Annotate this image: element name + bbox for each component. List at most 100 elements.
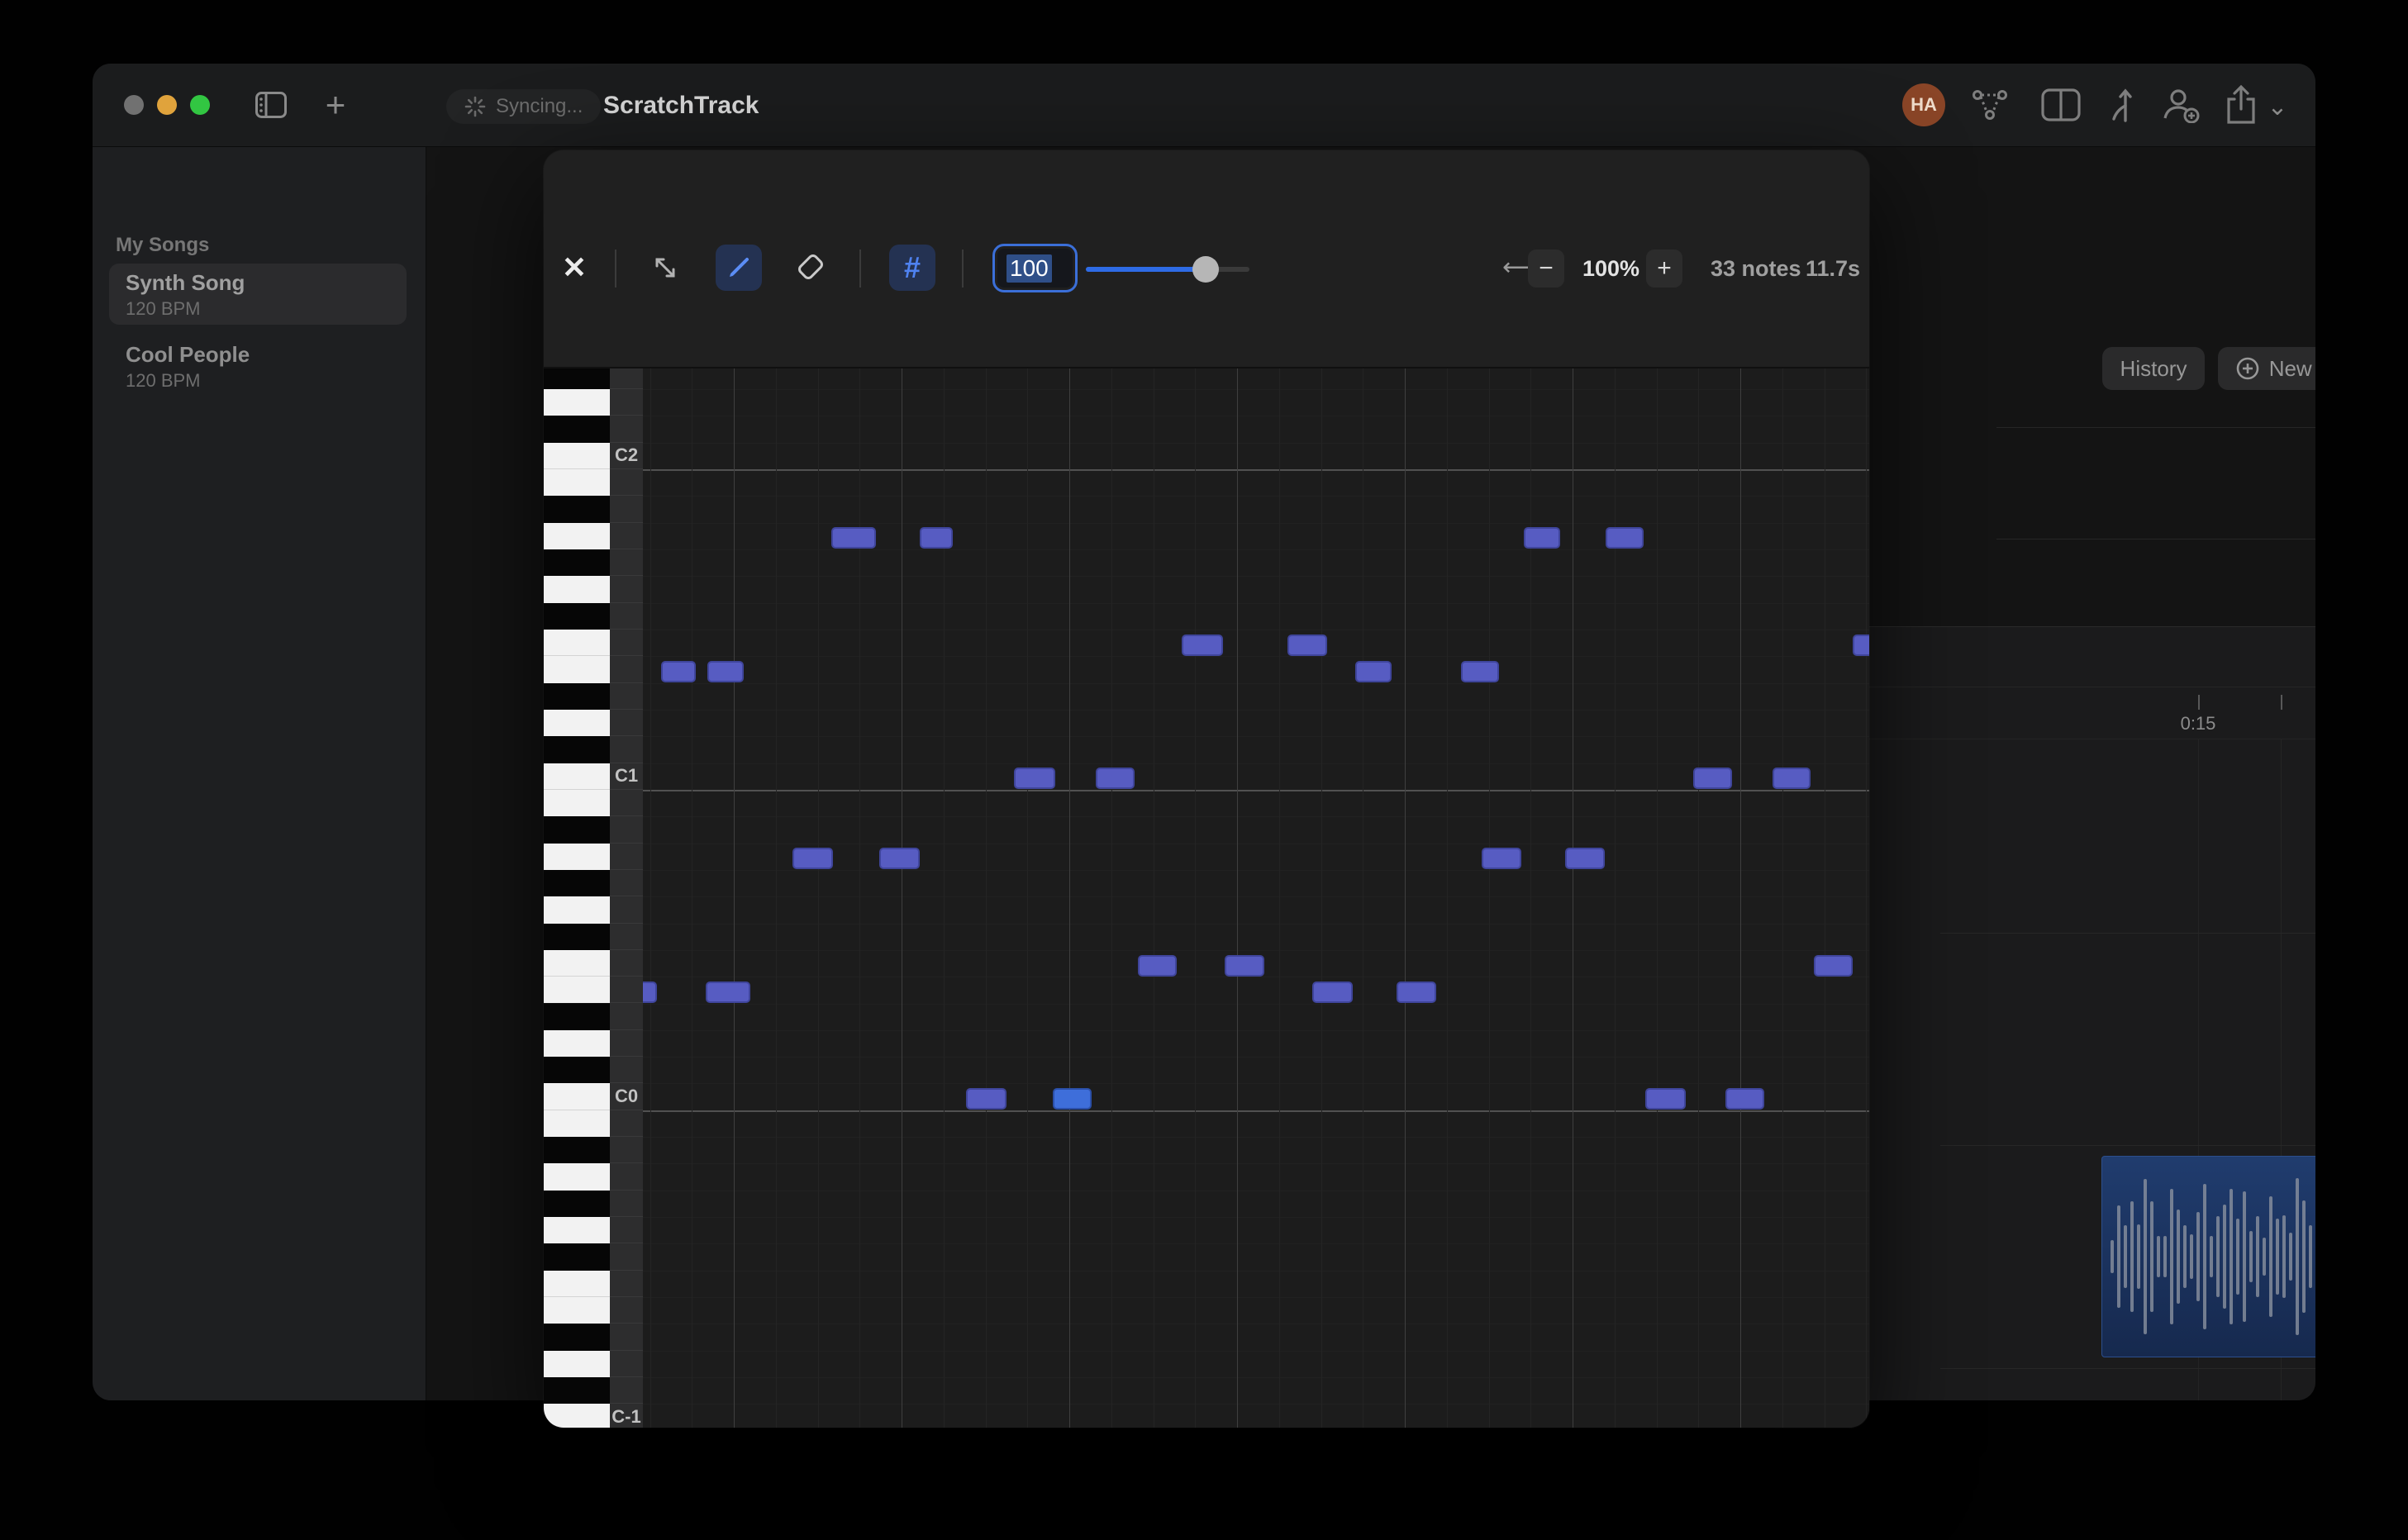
audio-clip[interactable] bbox=[2101, 1156, 2315, 1357]
chevron-down-icon[interactable]: ⌄ bbox=[2263, 92, 2292, 121]
piano-key-white[interactable] bbox=[544, 469, 610, 496]
midi-note[interactable] bbox=[1053, 1088, 1092, 1110]
piano-key-white[interactable] bbox=[544, 1030, 610, 1057]
midi-note[interactable] bbox=[831, 527, 876, 549]
piano-key-black[interactable] bbox=[544, 367, 610, 389]
traffic-zoom-button[interactable] bbox=[190, 95, 210, 115]
midi-note[interactable] bbox=[661, 661, 696, 682]
piano-key-black[interactable] bbox=[544, 1137, 610, 1163]
piano-key-white[interactable] bbox=[544, 1083, 610, 1110]
snap-grid-button[interactable]: # bbox=[889, 245, 935, 291]
midi-note[interactable] bbox=[792, 848, 833, 869]
piano-key-black[interactable] bbox=[544, 870, 610, 896]
midi-note[interactable] bbox=[1287, 635, 1327, 656]
piano-key-white[interactable] bbox=[544, 790, 610, 816]
piano-key-white[interactable] bbox=[544, 950, 610, 977]
piano-key-white[interactable] bbox=[544, 523, 610, 549]
traffic-close-button[interactable] bbox=[124, 95, 144, 115]
split-view-icon[interactable] bbox=[2039, 87, 2082, 123]
midi-note[interactable] bbox=[1225, 955, 1264, 977]
midi-note[interactable] bbox=[1014, 768, 1055, 789]
piano-key-white[interactable] bbox=[544, 896, 610, 923]
note-length-slider[interactable] bbox=[1086, 264, 1249, 274]
piano-key-black[interactable] bbox=[544, 1057, 610, 1083]
midi-note[interactable] bbox=[1182, 635, 1223, 656]
midi-note[interactable] bbox=[1565, 848, 1605, 869]
piano-key-white[interactable] bbox=[544, 710, 610, 736]
midi-note[interactable] bbox=[1312, 982, 1353, 1003]
history-button[interactable]: History bbox=[2102, 347, 2205, 390]
piano-key-black[interactable] bbox=[544, 1243, 610, 1270]
piano-key-white[interactable] bbox=[544, 977, 610, 1003]
piano-key-white[interactable] bbox=[544, 1271, 610, 1297]
midi-note[interactable] bbox=[1814, 955, 1853, 977]
midi-note[interactable] bbox=[1773, 768, 1811, 789]
midi-note[interactable] bbox=[1096, 768, 1135, 789]
pencil-tool-button[interactable] bbox=[716, 245, 762, 291]
piano-key-white[interactable] bbox=[544, 1110, 610, 1137]
midi-note[interactable] bbox=[879, 848, 920, 869]
zoom-out-button[interactable]: − bbox=[1528, 250, 1564, 288]
midi-note[interactable] bbox=[643, 982, 657, 1003]
piano-key-black[interactable] bbox=[544, 736, 610, 763]
piano-key-black[interactable] bbox=[544, 549, 610, 576]
midi-note[interactable] bbox=[707, 661, 744, 682]
avatar[interactable]: HA bbox=[1902, 83, 1945, 126]
piano-key-white[interactable] bbox=[544, 763, 610, 790]
piano-key-black[interactable] bbox=[544, 603, 610, 630]
add-collaborator-icon[interactable] bbox=[2160, 85, 2203, 125]
slider-thumb[interactable] bbox=[1192, 256, 1219, 283]
midi-note[interactable] bbox=[1645, 1088, 1686, 1110]
piano-key-white[interactable] bbox=[544, 389, 610, 416]
piano-key-black[interactable] bbox=[544, 1004, 610, 1030]
midi-note[interactable] bbox=[1461, 661, 1499, 682]
piano-key-white[interactable] bbox=[544, 630, 610, 656]
piano-key-black[interactable] bbox=[544, 816, 610, 843]
song-list-item[interactable]: Cool People120 BPM bbox=[109, 335, 407, 397]
close-icon[interactable]: ✕ bbox=[551, 245, 597, 291]
piano-key-white[interactable] bbox=[544, 443, 610, 469]
midi-note[interactable] bbox=[966, 1088, 1007, 1110]
merge-arrow-icon[interactable] bbox=[2106, 85, 2142, 125]
new-song-button[interactable]: + bbox=[317, 87, 354, 123]
piano-key-white[interactable] bbox=[544, 844, 610, 870]
song-list-item[interactable]: Synth Song120 BPM bbox=[109, 264, 407, 325]
midi-note[interactable] bbox=[706, 982, 750, 1003]
piano-key-white[interactable] bbox=[544, 656, 610, 682]
piano-key-white[interactable] bbox=[544, 1297, 610, 1324]
piano-key-black[interactable] bbox=[544, 1191, 610, 1217]
midi-note[interactable] bbox=[1138, 955, 1177, 977]
traffic-minimize-button[interactable] bbox=[157, 95, 177, 115]
midi-note[interactable] bbox=[1482, 848, 1521, 869]
note-grid[interactable] bbox=[643, 368, 1869, 1428]
midi-note[interactable] bbox=[1397, 982, 1436, 1003]
share-icon[interactable] bbox=[2221, 83, 2261, 126]
expand-tool-icon[interactable] bbox=[642, 245, 688, 291]
sidebar-toggle-icon[interactable] bbox=[255, 88, 288, 121]
piano-key-white[interactable] bbox=[544, 1217, 610, 1243]
midi-note[interactable] bbox=[1725, 1088, 1764, 1110]
piano-key-white[interactable] bbox=[544, 1404, 610, 1428]
piano-key-black[interactable] bbox=[544, 1324, 610, 1350]
zoom-in-button[interactable]: + bbox=[1646, 250, 1682, 288]
piano-key-black[interactable] bbox=[544, 416, 610, 442]
midi-note[interactable] bbox=[1524, 527, 1560, 549]
piano-key-black[interactable] bbox=[544, 1377, 610, 1404]
midi-note[interactable] bbox=[1693, 768, 1732, 789]
eraser-tool-button[interactable] bbox=[788, 245, 834, 291]
octave-label-cell bbox=[610, 790, 643, 816]
piano-key-white[interactable] bbox=[544, 1163, 610, 1190]
piano-key-black[interactable] bbox=[544, 496, 610, 522]
note-length-input[interactable]: 100 bbox=[992, 244, 1078, 292]
branch-graph-icon[interactable] bbox=[1970, 87, 2010, 123]
midi-note[interactable] bbox=[1606, 527, 1644, 549]
piano-key-white[interactable] bbox=[544, 576, 610, 602]
midi-note[interactable] bbox=[1355, 661, 1392, 682]
piano-key-black[interactable] bbox=[544, 924, 610, 950]
piano-key-white[interactable] bbox=[544, 1351, 610, 1377]
new-branch-button[interactable]: New Branch bbox=[2218, 347, 2315, 390]
midi-note[interactable] bbox=[1853, 635, 1869, 656]
piano-key-black[interactable] bbox=[544, 683, 610, 710]
midi-note[interactable] bbox=[920, 527, 953, 549]
piano-keys[interactable] bbox=[544, 368, 610, 1428]
